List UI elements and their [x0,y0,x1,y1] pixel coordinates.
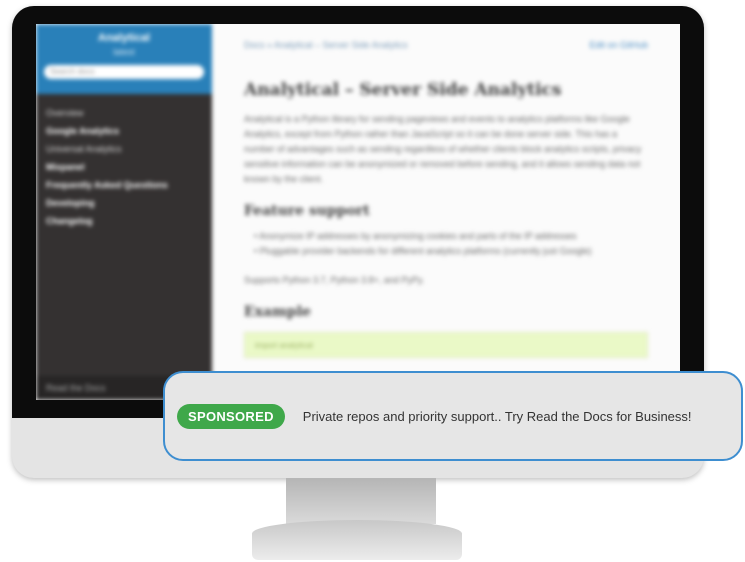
feature-list-item: • Anonymize IP addresses by anonymizing … [254,231,577,241]
feature-text: Pluggable provider backends for differen… [259,246,592,256]
sidebar-item-changelog[interactable]: Changelog [46,212,202,230]
project-title[interactable]: Analytical [36,32,212,44]
example-heading: Example [244,304,311,320]
support-note: Supports Python 3.7, Python 3.8+, and Py… [244,275,425,285]
page-title: Analytical – Server Side Analytics [244,80,562,100]
intro-paragraph: Analytical is a Python library for sendi… [244,114,642,184]
sidebar-item-faq[interactable]: Frequently Asked Questions [46,176,202,194]
sponsored-text[interactable]: Private repos and priority support.. Try… [303,409,692,424]
breadcrumb: Docs » Analytical – Server Side Analytic… [244,24,648,50]
search-input[interactable]: Search docs [44,65,204,79]
docs-content: Docs » Analytical – Server Side Analytic… [212,24,680,400]
sponsored-badge: SPONSORED [177,403,285,429]
sidebar-nav: Overview Google Analytics Universal Anal… [36,94,212,240]
sidebar-item-mixpanel[interactable]: Mixpanel [46,158,202,176]
code-block: import analytical [244,332,648,358]
monitor-stand-neck [286,478,436,524]
sidebar-item-google-analytics[interactable]: Google Analytics [46,122,202,140]
breadcrumb-link[interactable]: Docs » Analytical – Server Side Analytic… [244,40,408,50]
docs-sidebar: Analytical latest Search docs Overview G… [36,24,212,400]
sidebar-header: Analytical latest Search docs [36,24,212,94]
feature-list-item: • Pluggable provider backends for differ… [254,246,592,256]
version-label: latest [113,47,135,57]
monitor-screen: Analytical latest Search docs Overview G… [36,24,680,400]
feature-text: Anonymize IP addresses by anonymizing co… [259,231,577,241]
sidebar-item-overview[interactable]: Overview [46,104,202,122]
sidebar-item-universal-analytics[interactable]: Universal Analytics [46,140,202,158]
edit-on-github-link[interactable]: Edit on GitHub [589,40,648,50]
sponsored-banner[interactable]: SPONSORED Private repos and priority sup… [163,371,743,461]
feature-heading: Feature support [244,203,370,219]
sidebar-item-developing[interactable]: Developing [46,194,202,212]
monitor-stand-base [252,520,462,560]
